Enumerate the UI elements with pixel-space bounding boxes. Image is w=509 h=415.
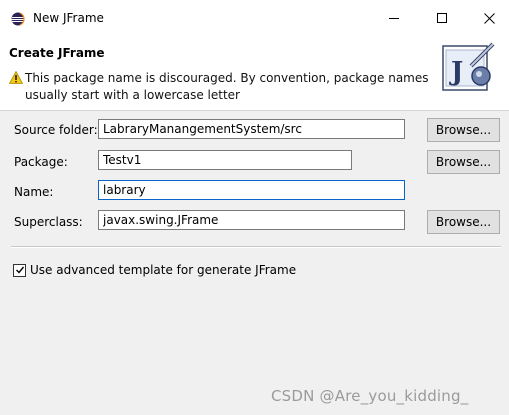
advanced-template-label: Use advanced template for generate JFram… [30,263,297,277]
name-label: Name: [14,185,54,199]
warning-icon [9,71,23,84]
name-input[interactable] [98,180,405,200]
window-title: New JFrame [33,11,104,25]
close-button[interactable] [466,0,509,36]
title-bar[interactable]: New JFrame [0,0,509,36]
advanced-template-checkbox[interactable] [13,263,26,277]
wizard-title: Create JFrame [9,46,105,60]
watermark: CSDN @Are_you_kidding_ [271,387,469,405]
superclass-browse-button[interactable]: Browse... [427,210,500,234]
package-input[interactable] [98,150,352,170]
package-browse-button[interactable]: Browse... [427,150,500,174]
warning-message: This package name is discouraged. By con… [25,71,429,102]
close-icon [483,12,495,24]
wizard-header: Create JFrame This package name is disco… [0,36,509,111]
superclass-label: Superclass: [14,215,83,229]
maximize-icon [436,12,447,23]
separator [11,246,501,248]
checkmark-icon [15,266,24,274]
jframe-wizard-icon: J [442,42,495,91]
superclass-input[interactable] [98,210,405,230]
package-label: Package: [14,155,68,169]
source-folder-label: Source folder: [14,123,98,137]
svg-text:J: J [449,57,463,87]
advanced-template-option[interactable]: Use advanced template for generate JFram… [13,263,296,277]
minimize-icon [388,17,399,19]
minimize-button[interactable] [371,0,417,36]
maximize-button[interactable] [419,0,465,36]
source-folder-input[interactable] [98,119,405,139]
eclipse-icon [11,12,25,26]
source-folder-browse-button[interactable]: Browse... [427,118,500,142]
